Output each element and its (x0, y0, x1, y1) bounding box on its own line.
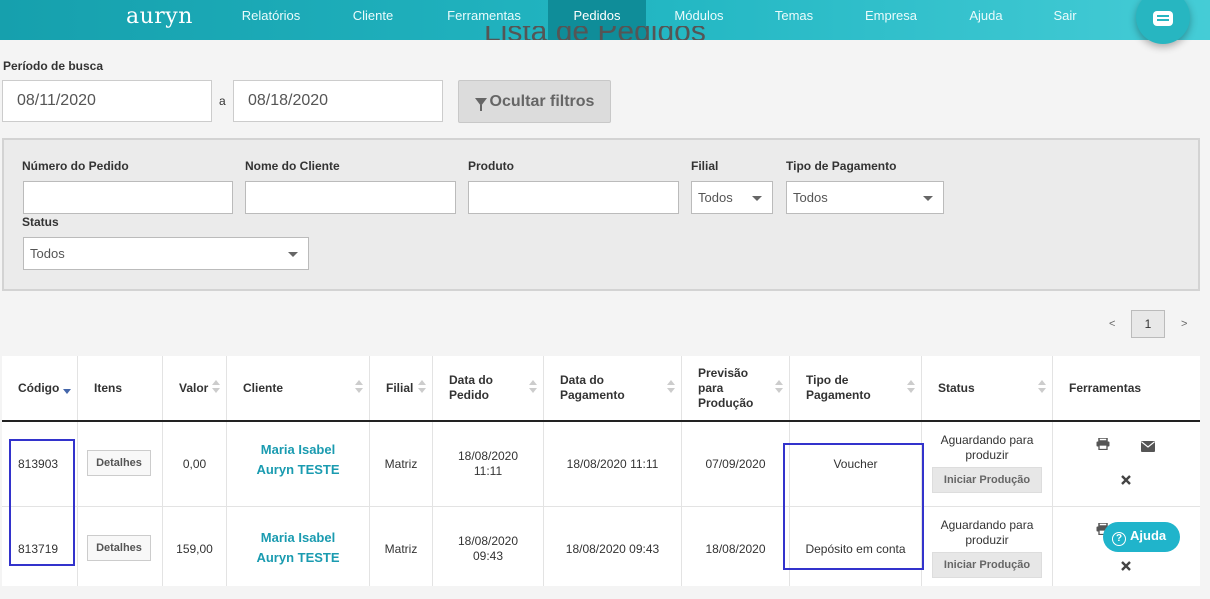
cell-data-pagamento: 18/08/2020 09:43 (565, 542, 660, 556)
branch-select[interactable]: Todos (691, 181, 773, 214)
cell-data-pagamento: 18/08/2020 11:11 (566, 457, 659, 471)
status-select[interactable]: Todos (23, 237, 309, 270)
start-production-button[interactable]: Iniciar Produção (932, 467, 1042, 493)
toggle-filters-button[interactable]: Ocultar filtros (458, 80, 611, 123)
header-cliente[interactable]: Cliente (227, 356, 369, 420)
nav-ajuda[interactable]: Ajuda (955, 0, 1017, 40)
toggle-filters-label: Ocultar filtros (489, 93, 595, 110)
branch-value: Todos (698, 190, 733, 205)
page-title: Lista de Pedidos (484, 26, 706, 40)
payment-type-value: Todos (793, 190, 828, 205)
details-button[interactable]: Detalhes (87, 535, 151, 561)
header-valor[interactable]: Valor (163, 356, 226, 420)
nav-empresa[interactable]: Empresa (852, 0, 930, 40)
sort-icon (667, 380, 675, 396)
nav-temas[interactable]: Temas (760, 0, 828, 40)
status-value: Todos (30, 246, 65, 261)
help-icon: ? (1112, 532, 1126, 546)
pagination-prev[interactable]: < (1109, 318, 1115, 330)
chat-icon (1153, 11, 1173, 26)
client-link[interactable]: Maria Isabel Auryn TESTE (227, 528, 369, 568)
period-label: Período de busca (3, 59, 104, 73)
start-production-button[interactable]: Iniciar Produção (932, 552, 1042, 578)
print-icon[interactable] (1096, 437, 1110, 453)
sort-icon (212, 380, 220, 396)
pagination-current[interactable]: 1 (1131, 310, 1165, 338)
client-link[interactable]: Maria Isabel Auryn TESTE (227, 440, 369, 480)
logo[interactable]: auryn (126, 4, 193, 29)
header-filial[interactable]: Filial (370, 356, 432, 420)
highlight-box-payment (783, 443, 924, 570)
sort-icon (418, 380, 426, 396)
header-itens: Itens (94, 380, 123, 395)
date-from-input[interactable]: 08/11/2020 (2, 80, 212, 122)
date-separator: a (219, 94, 226, 108)
header-data-pedido[interactable]: Data do Pedido (433, 356, 543, 420)
nav-relatorios[interactable]: Relatórios (226, 0, 316, 40)
mail-icon[interactable] (1141, 440, 1155, 455)
sort-icon (1038, 380, 1046, 396)
close-icon[interactable] (1121, 473, 1131, 488)
highlight-box-codigo (9, 439, 75, 566)
cell-filial: Matriz (384, 457, 418, 471)
chevron-down-icon (288, 252, 298, 257)
help-button[interactable]: ? Ajuda (1103, 522, 1180, 552)
header-data-pagamento[interactable]: Data do Pagamento (544, 356, 681, 420)
pagination-next[interactable]: > (1181, 318, 1187, 330)
header-previsao[interactable]: Previsão para Produção (682, 356, 789, 420)
header-underline (2, 420, 1200, 422)
details-button[interactable]: Detalhes (87, 450, 151, 476)
status-label: Status (22, 215, 59, 229)
filter-panel: Número do Pedido Nome do Cliente Produto… (2, 138, 1200, 291)
payment-type-label: Tipo de Pagamento (786, 159, 897, 173)
order-number-input[interactable] (23, 181, 233, 214)
sort-icon (775, 380, 783, 396)
sort-icon (907, 380, 915, 396)
sort-desc-icon (63, 389, 71, 394)
date-to-input[interactable]: 08/18/2020 (233, 80, 443, 122)
cell-data-pedido: 18/08/2020 11:11 (457, 449, 519, 478)
cell-data-pedido: 18/08/2020 09:43 (457, 534, 519, 563)
client-name-label: Nome do Cliente (245, 159, 340, 173)
chevron-down-icon (923, 196, 933, 201)
header-status[interactable]: Status (922, 356, 1052, 420)
cell-previsao: 07/09/2020 (705, 457, 766, 471)
client-name-input[interactable] (245, 181, 456, 214)
header-ferramentas: Ferramentas (1069, 380, 1142, 395)
chevron-down-icon (752, 196, 762, 201)
product-input[interactable] (468, 181, 679, 214)
order-number-label: Número do Pedido (22, 159, 129, 173)
sort-icon (355, 380, 363, 396)
close-icon[interactable] (1121, 559, 1131, 574)
cell-valor: 159,00 (176, 542, 213, 556)
filter-icon (474, 98, 487, 111)
sort-icon (529, 380, 537, 396)
product-label: Produto (468, 159, 514, 173)
nav-sair[interactable]: Sair (1040, 0, 1090, 40)
cell-valor: 0,00 (182, 457, 207, 471)
nav-cliente[interactable]: Cliente (336, 0, 410, 40)
branch-label: Filial (691, 159, 719, 173)
cell-previsao: 18/08/2020 (705, 542, 766, 556)
header-codigo[interactable]: Código (2, 356, 77, 420)
cell-status: Aguardando para produzir (940, 433, 1034, 462)
payment-type-select[interactable]: Todos (786, 181, 944, 214)
orders-table: Código Itens Valor Cliente Filial Data d… (2, 356, 1200, 586)
row-divider (2, 506, 1200, 507)
help-label: Ajuda (1130, 528, 1167, 543)
cell-filial: Matriz (384, 542, 418, 556)
cell-status: Aguardando para produzir (940, 518, 1034, 547)
header-tipo-pagamento[interactable]: Tipo de Pagamento (790, 356, 921, 420)
